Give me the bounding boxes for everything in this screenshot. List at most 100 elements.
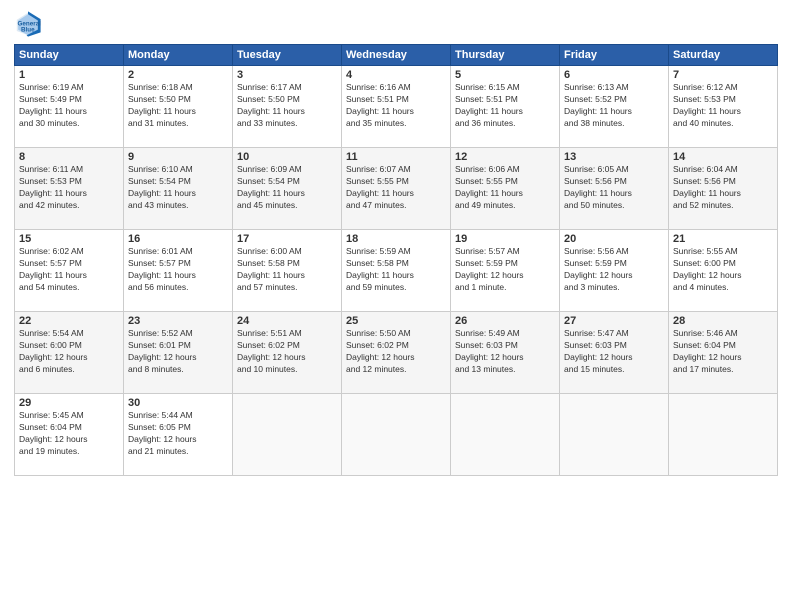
calendar-cell (669, 394, 778, 476)
calendar-cell (560, 394, 669, 476)
day-info: Sunrise: 5:56 AM Sunset: 5:59 PM Dayligh… (564, 246, 664, 294)
calendar-cell: 28Sunrise: 5:46 AM Sunset: 6:04 PM Dayli… (669, 312, 778, 394)
day-number: 3 (237, 69, 337, 81)
day-number: 25 (346, 315, 446, 327)
calendar-cell: 21Sunrise: 5:55 AM Sunset: 6:00 PM Dayli… (669, 230, 778, 312)
calendar-cell: 8Sunrise: 6:11 AM Sunset: 5:53 PM Daylig… (15, 148, 124, 230)
day-info: Sunrise: 6:07 AM Sunset: 5:55 PM Dayligh… (346, 164, 446, 212)
weekday-header-thursday: Thursday (451, 45, 560, 66)
calendar-cell: 1Sunrise: 6:19 AM Sunset: 5:49 PM Daylig… (15, 66, 124, 148)
calendar-week-4: 22Sunrise: 5:54 AM Sunset: 6:00 PM Dayli… (15, 312, 778, 394)
day-info: Sunrise: 6:13 AM Sunset: 5:52 PM Dayligh… (564, 82, 664, 130)
calendar-week-1: 1Sunrise: 6:19 AM Sunset: 5:49 PM Daylig… (15, 66, 778, 148)
calendar-cell: 18Sunrise: 5:59 AM Sunset: 5:58 PM Dayli… (342, 230, 451, 312)
day-number: 7 (673, 69, 773, 81)
calendar-cell: 10Sunrise: 6:09 AM Sunset: 5:54 PM Dayli… (233, 148, 342, 230)
calendar-cell: 2Sunrise: 6:18 AM Sunset: 5:50 PM Daylig… (124, 66, 233, 148)
day-info: Sunrise: 5:55 AM Sunset: 6:00 PM Dayligh… (673, 246, 773, 294)
day-info: Sunrise: 6:17 AM Sunset: 5:50 PM Dayligh… (237, 82, 337, 130)
weekday-header-friday: Friday (560, 45, 669, 66)
day-number: 21 (673, 233, 773, 245)
day-info: Sunrise: 5:57 AM Sunset: 5:59 PM Dayligh… (455, 246, 555, 294)
day-info: Sunrise: 6:19 AM Sunset: 5:49 PM Dayligh… (19, 82, 119, 130)
calendar-cell: 6Sunrise: 6:13 AM Sunset: 5:52 PM Daylig… (560, 66, 669, 148)
day-number: 1 (19, 69, 119, 81)
weekday-header-saturday: Saturday (669, 45, 778, 66)
calendar-cell: 3Sunrise: 6:17 AM Sunset: 5:50 PM Daylig… (233, 66, 342, 148)
calendar-cell: 11Sunrise: 6:07 AM Sunset: 5:55 PM Dayli… (342, 148, 451, 230)
day-info: Sunrise: 6:11 AM Sunset: 5:53 PM Dayligh… (19, 164, 119, 212)
calendar-cell: 20Sunrise: 5:56 AM Sunset: 5:59 PM Dayli… (560, 230, 669, 312)
day-number: 28 (673, 315, 773, 327)
day-number: 19 (455, 233, 555, 245)
calendar-cell: 26Sunrise: 5:49 AM Sunset: 6:03 PM Dayli… (451, 312, 560, 394)
day-info: Sunrise: 6:06 AM Sunset: 5:55 PM Dayligh… (455, 164, 555, 212)
calendar-cell: 4Sunrise: 6:16 AM Sunset: 5:51 PM Daylig… (342, 66, 451, 148)
day-info: Sunrise: 6:15 AM Sunset: 5:51 PM Dayligh… (455, 82, 555, 130)
calendar: SundayMondayTuesdayWednesdayThursdayFrid… (14, 44, 778, 476)
day-info: Sunrise: 5:59 AM Sunset: 5:58 PM Dayligh… (346, 246, 446, 294)
day-number: 27 (564, 315, 664, 327)
day-number: 13 (564, 151, 664, 163)
calendar-cell: 25Sunrise: 5:50 AM Sunset: 6:02 PM Dayli… (342, 312, 451, 394)
day-number: 20 (564, 233, 664, 245)
day-info: Sunrise: 6:01 AM Sunset: 5:57 PM Dayligh… (128, 246, 228, 294)
day-info: Sunrise: 5:54 AM Sunset: 6:00 PM Dayligh… (19, 328, 119, 376)
calendar-cell (233, 394, 342, 476)
calendar-cell: 27Sunrise: 5:47 AM Sunset: 6:03 PM Dayli… (560, 312, 669, 394)
day-info: Sunrise: 5:51 AM Sunset: 6:02 PM Dayligh… (237, 328, 337, 376)
calendar-week-5: 29Sunrise: 5:45 AM Sunset: 6:04 PM Dayli… (15, 394, 778, 476)
calendar-cell: 23Sunrise: 5:52 AM Sunset: 6:01 PM Dayli… (124, 312, 233, 394)
day-number: 17 (237, 233, 337, 245)
day-number: 24 (237, 315, 337, 327)
day-info: Sunrise: 6:09 AM Sunset: 5:54 PM Dayligh… (237, 164, 337, 212)
day-info: Sunrise: 6:04 AM Sunset: 5:56 PM Dayligh… (673, 164, 773, 212)
day-info: Sunrise: 6:12 AM Sunset: 5:53 PM Dayligh… (673, 82, 773, 130)
calendar-week-3: 15Sunrise: 6:02 AM Sunset: 5:57 PM Dayli… (15, 230, 778, 312)
calendar-cell: 13Sunrise: 6:05 AM Sunset: 5:56 PM Dayli… (560, 148, 669, 230)
weekday-header-tuesday: Tuesday (233, 45, 342, 66)
calendar-cell (342, 394, 451, 476)
header: General Blue (14, 10, 778, 38)
calendar-cell: 19Sunrise: 5:57 AM Sunset: 5:59 PM Dayli… (451, 230, 560, 312)
day-number: 18 (346, 233, 446, 245)
day-number: 8 (19, 151, 119, 163)
day-info: Sunrise: 5:45 AM Sunset: 6:04 PM Dayligh… (19, 410, 119, 458)
calendar-cell (451, 394, 560, 476)
calendar-week-2: 8Sunrise: 6:11 AM Sunset: 5:53 PM Daylig… (15, 148, 778, 230)
day-info: Sunrise: 5:50 AM Sunset: 6:02 PM Dayligh… (346, 328, 446, 376)
calendar-cell: 5Sunrise: 6:15 AM Sunset: 5:51 PM Daylig… (451, 66, 560, 148)
calendar-cell: 29Sunrise: 5:45 AM Sunset: 6:04 PM Dayli… (15, 394, 124, 476)
day-number: 16 (128, 233, 228, 245)
day-number: 23 (128, 315, 228, 327)
day-info: Sunrise: 6:10 AM Sunset: 5:54 PM Dayligh… (128, 164, 228, 212)
day-info: Sunrise: 5:44 AM Sunset: 6:05 PM Dayligh… (128, 410, 228, 458)
svg-text:Blue: Blue (21, 27, 35, 34)
day-number: 26 (455, 315, 555, 327)
day-number: 5 (455, 69, 555, 81)
page: General Blue SundayMondayTuesdayWednesda… (0, 0, 792, 612)
calendar-cell: 17Sunrise: 6:00 AM Sunset: 5:58 PM Dayli… (233, 230, 342, 312)
day-number: 9 (128, 151, 228, 163)
day-info: Sunrise: 5:49 AM Sunset: 6:03 PM Dayligh… (455, 328, 555, 376)
day-number: 30 (128, 397, 228, 409)
calendar-cell: 16Sunrise: 6:01 AM Sunset: 5:57 PM Dayli… (124, 230, 233, 312)
day-number: 29 (19, 397, 119, 409)
calendar-cell: 7Sunrise: 6:12 AM Sunset: 5:53 PM Daylig… (669, 66, 778, 148)
calendar-cell: 9Sunrise: 6:10 AM Sunset: 5:54 PM Daylig… (124, 148, 233, 230)
day-number: 6 (564, 69, 664, 81)
calendar-cell: 14Sunrise: 6:04 AM Sunset: 5:56 PM Dayli… (669, 148, 778, 230)
day-number: 10 (237, 151, 337, 163)
day-info: Sunrise: 5:52 AM Sunset: 6:01 PM Dayligh… (128, 328, 228, 376)
weekday-header-sunday: Sunday (15, 45, 124, 66)
day-info: Sunrise: 6:02 AM Sunset: 5:57 PM Dayligh… (19, 246, 119, 294)
day-info: Sunrise: 5:46 AM Sunset: 6:04 PM Dayligh… (673, 328, 773, 376)
logo-icon: General Blue (14, 10, 42, 38)
calendar-cell: 12Sunrise: 6:06 AM Sunset: 5:55 PM Dayli… (451, 148, 560, 230)
day-info: Sunrise: 6:18 AM Sunset: 5:50 PM Dayligh… (128, 82, 228, 130)
calendar-cell: 15Sunrise: 6:02 AM Sunset: 5:57 PM Dayli… (15, 230, 124, 312)
day-number: 11 (346, 151, 446, 163)
day-info: Sunrise: 6:00 AM Sunset: 5:58 PM Dayligh… (237, 246, 337, 294)
weekday-header-wednesday: Wednesday (342, 45, 451, 66)
day-info: Sunrise: 6:05 AM Sunset: 5:56 PM Dayligh… (564, 164, 664, 212)
